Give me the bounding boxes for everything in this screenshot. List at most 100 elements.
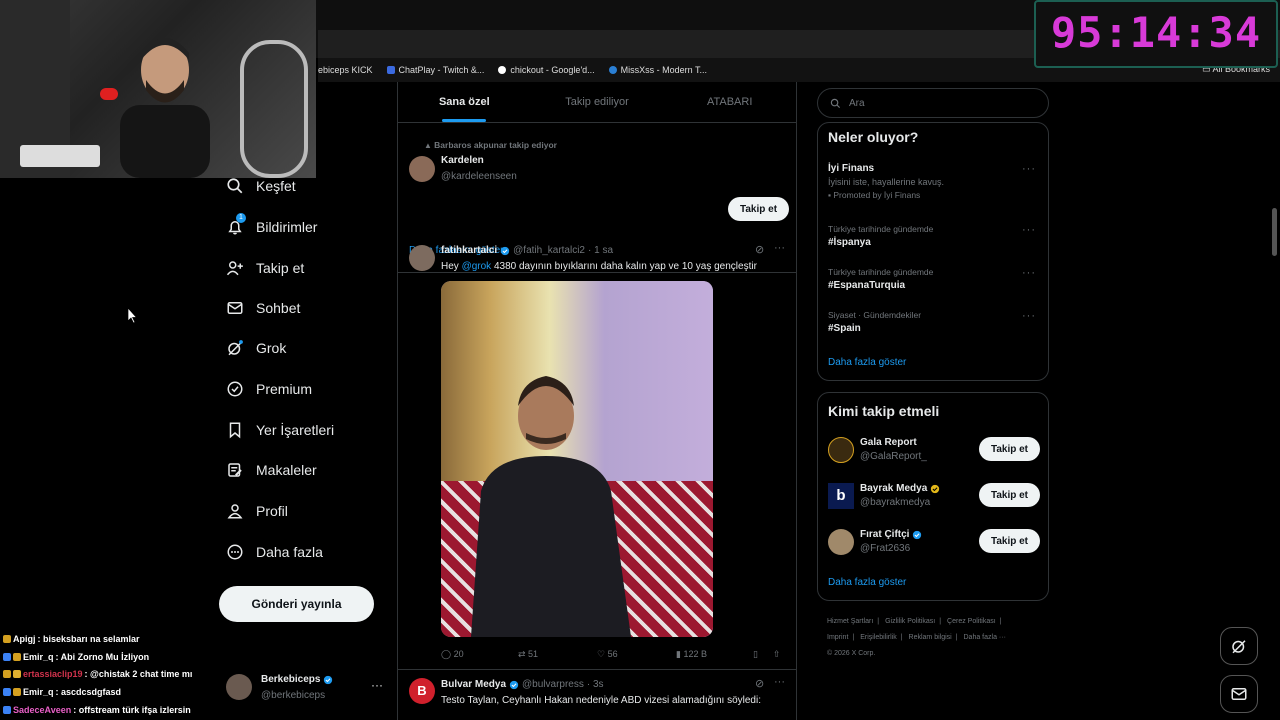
views-button[interactable]: ▮ 122 B	[676, 649, 707, 660]
like-button[interactable]: ♡ 56	[597, 649, 618, 660]
bookmark-item[interactable]: MissXss - Modern T...	[608, 65, 708, 75]
retweet-count: 51	[528, 649, 539, 659]
account-more-icon[interactable]: ···	[371, 678, 383, 692]
sub-badge-icon	[3, 653, 11, 661]
bulvar-logo[interactable]: B	[409, 678, 435, 704]
trend-item[interactable]: Türkiye tarihinde gündemde #EspanaTurqui…	[828, 267, 1040, 291]
trend-more-icon[interactable]: ···	[1022, 224, 1036, 236]
footer-link[interactable]: Hizmet Şartları	[827, 618, 873, 625]
mention-link[interactable]: @grok	[462, 261, 492, 272]
reply-count: 20	[453, 649, 464, 659]
footer-separator: |	[999, 618, 1002, 625]
bookmark-item[interactable]: ChatPlay - Twitch &...	[386, 65, 485, 75]
chat-user: SadeceAveen	[13, 705, 72, 715]
tweet[interactable]: B Bulvar Medya @bulvarpress · 3s ⊘ ··· T…	[398, 670, 796, 720]
footer-link[interactable]: Reklam bilgisi	[909, 634, 952, 641]
suggested-account[interactable]: b Bayrak Medya @bayrakmedya Takip et	[828, 479, 1040, 515]
tweet-time[interactable]: · 1 sa	[588, 245, 613, 256]
nav-profile[interactable]: Profil	[226, 493, 288, 529]
tweet-more-icon[interactable]: ···	[774, 242, 785, 254]
page-scrollbar[interactable]	[1272, 208, 1277, 256]
suggested-account[interactable]: Fırat Çiftçi @Frat2636 Takip et	[828, 525, 1040, 561]
account-switcher[interactable]: Berkebiceps @berkebiceps ···	[226, 670, 396, 710]
suggested-user-name[interactable]: Kardelen	[441, 155, 484, 166]
tweet-more-icon[interactable]: ···	[774, 676, 785, 688]
avatar[interactable]	[409, 156, 435, 182]
suggested-account[interactable]: Gala Report @GalaReport_ Takip et	[828, 433, 1040, 469]
trend-more-icon[interactable]: ···	[1022, 267, 1036, 279]
trend-item[interactable]: Türkiye tarihinde gündemde #İspanya ···	[828, 224, 1040, 248]
chat-message: Emir_q: ascdcsdgfasd	[3, 687, 121, 697]
nav-bookmarks[interactable]: Yer İşaretleri	[226, 412, 334, 448]
chat-message: Apigj: biseksbarı na selamlar	[3, 634, 140, 644]
account-handle: @GalaReport_	[860, 451, 927, 462]
nav-grok[interactable]: Grok	[226, 330, 286, 366]
nav-premium[interactable]: Premium	[226, 371, 312, 407]
tweet[interactable]: fatihkartalci @fatih_kartalci2 · 1 sa ⊘ …	[398, 233, 796, 670]
messages-float-button[interactable]	[1220, 675, 1258, 713]
follow-button[interactable]: Takip et	[728, 197, 790, 221]
tab-following[interactable]: Takip ediliyor	[531, 82, 664, 122]
trend-more-icon[interactable]: ···	[1022, 310, 1036, 322]
verified-badge-icon	[500, 246, 510, 255]
bookmark-item[interactable]: ebiceps KICK	[318, 65, 373, 75]
tweet-media[interactable]	[441, 281, 713, 637]
sub-badge-icon	[3, 670, 11, 678]
post-button[interactable]: Gönderi yayınla	[219, 586, 374, 622]
follow-button[interactable]: Takip et	[978, 437, 1040, 461]
follow-button[interactable]: Takip et	[978, 529, 1040, 553]
search-input[interactable]: Ara	[817, 88, 1049, 118]
tweet-author-name[interactable]: Bulvar Medya	[441, 679, 506, 690]
avatar[interactable]	[409, 245, 435, 271]
grok-icon[interactable]: ⊘	[755, 243, 764, 256]
bookmark-label: MissXss - Modern T...	[620, 65, 708, 75]
photo-man	[471, 376, 631, 637]
share-icon[interactable]: ⇧	[773, 649, 781, 660]
nav-articles[interactable]: Makaleler	[226, 452, 317, 488]
trend-category: Türkiye tarihinde gündemde	[828, 267, 934, 277]
bookmark-label: ChatPlay - Twitch &...	[398, 65, 485, 75]
footer-link[interactable]: Çerez Politikası	[947, 618, 996, 625]
chat-user: Apigj	[13, 634, 36, 644]
nav-chat[interactable]: Sohbet	[226, 290, 300, 326]
promoted-trend[interactable]: İyi Finans İyisini iste, hayallerine kav…	[828, 163, 1040, 200]
mouse-cursor-icon	[128, 308, 138, 324]
bookmark-icon	[229, 422, 241, 439]
tweet-time[interactable]: · 3s	[587, 679, 604, 690]
who-show-more[interactable]: Daha fazla göster	[828, 577, 906, 588]
tweet-author-name[interactable]: fatihkartalci	[441, 245, 497, 256]
grok-float-button[interactable]	[1220, 627, 1258, 665]
trend-more-icon[interactable]: ···	[1022, 163, 1036, 175]
reply-button[interactable]: ◯ 20	[441, 649, 464, 660]
nav-explore[interactable]: Keşfet	[226, 168, 296, 204]
retweet-button[interactable]: ⇄ 51	[518, 649, 538, 660]
grok-icon[interactable]: ⊘	[755, 677, 764, 690]
promoted-label: Promoted by İyi Finans	[833, 190, 921, 200]
chat-message: SadeceAveen: offstream türk ifşa izlersi…	[3, 705, 191, 715]
tweet-text-body: 4380 dayının bıyıklarını daha kalın yap …	[493, 261, 757, 272]
account-handle: @berkebiceps	[261, 690, 326, 701]
footer-link[interactable]: Gizlilik Politikası	[885, 618, 935, 625]
streamer-image	[120, 38, 210, 178]
tweet-actions: ◯ 20 ⇄ 51 ♡ 56 ▮ 122 B ▯ ⇧	[441, 649, 786, 665]
google-icon	[498, 66, 507, 74]
bookmark-icon[interactable]: ▯	[753, 649, 758, 660]
footer-link[interactable]: Erişilebilirlik	[860, 634, 897, 641]
account-name: Gala Report	[860, 437, 917, 448]
tab-list[interactable]: ATABARI	[663, 82, 796, 122]
nav-notifications[interactable]: 1 Bildirimler	[226, 209, 317, 245]
trends-show-more[interactable]: Daha fazla göster	[828, 357, 906, 368]
footer-link[interactable]: Daha fazla ···	[964, 634, 1006, 641]
footer-separator: |	[900, 634, 903, 641]
sub-badge-icon	[3, 635, 11, 643]
nav-label: Sohbet	[256, 300, 301, 316]
tab-for-you[interactable]: Sana özel	[398, 82, 531, 122]
nav-more[interactable]: Daha fazla	[226, 534, 323, 570]
trend-name: #Spain	[828, 323, 861, 334]
trend-item[interactable]: Siyaset · Gündemdekiler #Spain ···	[828, 310, 1040, 334]
bookmark-item[interactable]: chickout - Google'd...	[498, 65, 595, 75]
nav-follow[interactable]: Takip et	[226, 250, 304, 286]
account-name: Bayrak Medya	[860, 483, 928, 494]
follow-button[interactable]: Takip et	[978, 483, 1040, 507]
footer-link[interactable]: Imprint	[827, 634, 848, 641]
